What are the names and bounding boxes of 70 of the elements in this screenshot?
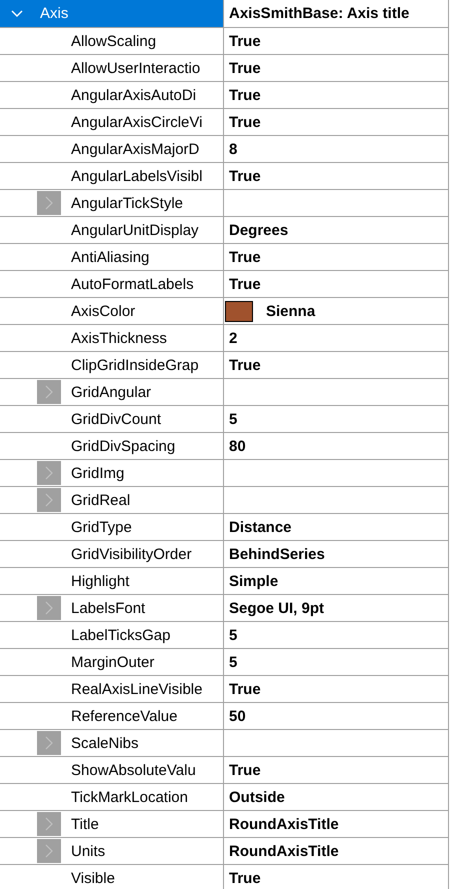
property-value[interactable]: 50 (229, 708, 246, 724)
property-value[interactable]: True (229, 114, 261, 130)
expand-button[interactable] (37, 461, 61, 485)
property-name[interactable]: RealAxisLineVisible (71, 680, 202, 698)
property-value[interactable]: Distance (229, 518, 292, 536)
expand-button[interactable] (37, 596, 61, 620)
property-value[interactable]: True (229, 248, 261, 266)
property-value[interactable]: RoundAxisTitle (229, 816, 339, 832)
property-name[interactable]: AxisThickness (71, 330, 167, 346)
property-name[interactable]: AntiAliasing (71, 248, 150, 266)
property-name[interactable]: AxisColor (71, 302, 136, 320)
property-value[interactable]: True (229, 870, 261, 886)
property-name[interactable]: AngularTickStyle (71, 194, 183, 212)
property-value[interactable]: True (229, 168, 261, 184)
expand-button[interactable] (37, 731, 61, 755)
property-value[interactable]: Outside (229, 788, 285, 806)
property-name[interactable]: Visible (71, 870, 115, 886)
property-name[interactable]: MarginOuter (71, 654, 154, 670)
property-name[interactable]: LabelTicksGap (71, 626, 170, 644)
property-value[interactable]: True (229, 86, 261, 104)
category-label: Axis (40, 5, 68, 22)
property-name[interactable]: TickMarkLocation (71, 788, 188, 806)
property-name[interactable]: AngularUnitDisplay (71, 222, 199, 238)
property-value[interactable]: True (229, 276, 261, 292)
property-name[interactable]: GridReal (71, 492, 130, 508)
property-name[interactable]: AllowScaling (71, 32, 156, 50)
category-value: AxisSmithBase: Axis title (229, 5, 410, 22)
property-name[interactable]: GridAngular (71, 384, 152, 400)
property-name[interactable]: Title (71, 816, 99, 832)
expand-button[interactable] (37, 812, 61, 836)
property-value[interactable]: True (229, 680, 261, 698)
property-name[interactable]: GridDivCount (71, 410, 162, 428)
property-name[interactable]: GridType (71, 518, 132, 536)
property-value[interactable]: Sienna (266, 302, 316, 320)
property-value[interactable]: True (229, 32, 261, 50)
property-value[interactable]: 5 (229, 654, 238, 670)
property-value[interactable]: 2 (229, 330, 238, 346)
property-name[interactable]: ClipGridInsideGrap (71, 356, 199, 374)
property-value[interactable]: True (229, 762, 261, 778)
property-value[interactable]: Segoe UI, 9pt (229, 600, 324, 616)
property-name[interactable]: ScaleNibs (71, 734, 139, 752)
property-value[interactable]: Degrees (229, 222, 288, 238)
property-value[interactable]: 5 (229, 626, 238, 644)
property-name[interactable]: ReferenceValue (71, 708, 178, 724)
property-name[interactable]: AngularAxisMajorD (71, 140, 200, 158)
property-name[interactable]: GridVisibilityOrder (71, 546, 192, 562)
expand-button[interactable] (37, 380, 61, 404)
property-value[interactable]: 5 (229, 410, 238, 428)
property-name[interactable]: AutoFormatLabels (71, 276, 194, 292)
property-value[interactable]: True (229, 356, 261, 374)
property-name[interactable]: Highlight (71, 572, 130, 590)
expand-button[interactable] (37, 839, 61, 863)
expand-button[interactable] (37, 191, 61, 215)
property-name[interactable]: AngularLabelsVisibl (71, 168, 202, 184)
property-name[interactable]: GridDivSpacing (71, 438, 176, 454)
expand-button[interactable] (37, 488, 61, 512)
property-value[interactable]: True (229, 60, 261, 76)
property-name[interactable]: Units (71, 842, 106, 860)
property-name[interactable]: AngularAxisCircleVi (71, 114, 202, 130)
property-name[interactable]: LabelsFont (71, 600, 146, 616)
property-value[interactable]: RoundAxisTitle (229, 842, 339, 860)
category-row[interactable]: Axis AxisSmithBase: Axis title (0, 0, 448, 28)
property-value[interactable]: 8 (229, 140, 238, 158)
property-name[interactable]: AngularAxisAutoDi (71, 86, 196, 104)
property-value[interactable]: 80 (229, 438, 246, 454)
property-name[interactable]: AllowUserInteractio (71, 60, 200, 76)
property-value[interactable]: Simple (229, 572, 278, 590)
property-name[interactable]: GridImg (71, 464, 124, 482)
property-name[interactable]: ShowAbsoluteValu (71, 762, 196, 778)
property-value[interactable]: BehindSeries (229, 546, 325, 562)
